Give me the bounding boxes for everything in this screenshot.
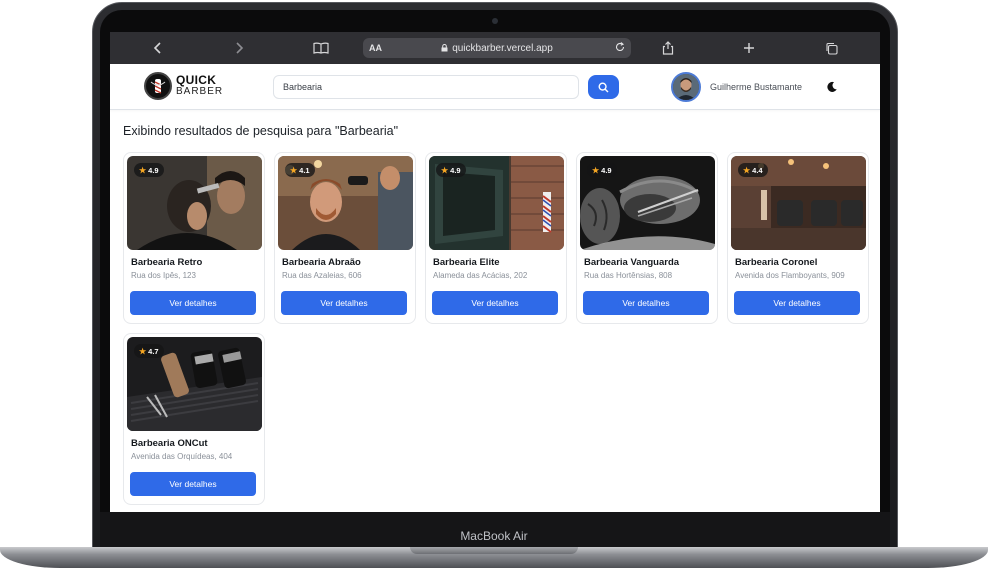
view-details-button[interactable]: Ver detalhes <box>432 291 558 315</box>
rating-badge: ★ 4.7 <box>134 344 164 358</box>
view-details-button[interactable]: Ver detalhes <box>281 291 407 315</box>
logo[interactable]: QUICK BARBER <box>144 72 223 100</box>
barbershop-photo[interactable]: ★ 4.1 <box>278 156 413 250</box>
rating-badge: ★ 4.4 <box>738 163 768 177</box>
rating-badge: ★ 4.9 <box>134 163 164 177</box>
camera-icon <box>492 18 498 24</box>
logo-line1: QUICK <box>176 73 217 87</box>
barbershop-address: Avenida das Orquídeas, 404 <box>131 452 233 461</box>
user-name: Guilherme Bustamante <box>710 82 803 92</box>
moon-icon[interactable] <box>826 80 840 94</box>
new-tab-icon[interactable] <box>741 38 757 58</box>
rating-badge: ★ 4.9 <box>436 163 466 177</box>
barbershop-address: Rua das Hortênsias, 808 <box>584 271 673 280</box>
barbershop-address: Rua dos Ipês, 123 <box>131 271 196 280</box>
forward-icon[interactable] <box>231 38 247 58</box>
app-header: QUICK BARBER Guilherme Bustamante <box>110 64 880 110</box>
tabs-overview-icon[interactable] <box>823 38 839 58</box>
barbershop-address: Avenida dos Flamboyants, 909 <box>735 271 845 280</box>
barbershop-name: Barbearia ONCut <box>131 438 208 449</box>
browser-toolbar: AA quickbarber.vercel.app <box>110 32 880 64</box>
barbershop-card: ★ 4.9 Barbearia Retro Rua dos Ipês, 123 … <box>123 152 265 324</box>
search-input[interactable] <box>273 75 579 99</box>
screen: AA quickbarber.vercel.app QUICK BARBER B… <box>110 32 880 512</box>
view-details-button[interactable]: Ver detalhes <box>734 291 860 315</box>
barbershop-name: Barbearia Abraão <box>282 257 361 268</box>
barber-pole-icon <box>144 72 172 100</box>
barbershop-address: Rua das Azaleias, 606 <box>282 271 362 280</box>
url-text: quickbarber.vercel.app <box>452 42 553 54</box>
barbershop-address: Alameda das Acácias, 202 <box>433 271 528 280</box>
rating-badge: ★ 4.9 <box>587 163 617 177</box>
barbershop-name: Barbearia Retro <box>131 257 203 268</box>
barbershop-photo[interactable]: ★ 4.9 <box>580 156 715 250</box>
barbershop-name: Barbearia Vanguarda <box>584 257 680 268</box>
barbershop-photo[interactable]: ★ 4.9 <box>429 156 564 250</box>
barbershop-photo[interactable]: ★ 4.7 <box>127 337 262 431</box>
laptop-notch <box>410 547 578 554</box>
view-details-button[interactable]: Ver detalhes <box>583 291 709 315</box>
star-icon: ★ <box>441 165 449 175</box>
barbershop-card: ★ 4.1 Barbearia Abraão Rua das Azaleias,… <box>274 152 416 324</box>
star-icon: ★ <box>139 346 147 356</box>
address-bar[interactable]: AA quickbarber.vercel.app <box>363 38 631 58</box>
view-details-button[interactable]: Ver detalhes <box>130 291 256 315</box>
barbershop-name: Barbearia Coronel <box>735 257 818 268</box>
logo-line2: BARBER <box>176 86 224 97</box>
star-icon: ★ <box>743 165 751 175</box>
back-icon[interactable] <box>150 38 166 58</box>
share-icon[interactable] <box>660 38 676 58</box>
reload-icon[interactable] <box>615 41 625 55</box>
barbershop-card: ★ 4.4 Barbearia Coronel Avenida dos Flam… <box>727 152 869 324</box>
star-icon: ★ <box>290 165 298 175</box>
avatar[interactable] <box>671 72 701 102</box>
rating-badge: ★ 4.1 <box>285 163 315 177</box>
star-icon: ★ <box>139 165 147 175</box>
barbershop-photo[interactable]: ★ 4.9 <box>127 156 262 250</box>
search-icon <box>598 81 609 92</box>
barbershop-card: ★ 4.7 Barbearia ONCut Avenida das Orquíd… <box>123 333 265 505</box>
barbershop-card: ★ 4.9 Barbearia Vanguarda Rua das Hortên… <box>576 152 718 324</box>
barbershop-name: Barbearia Elite <box>433 257 500 268</box>
bookmarks-icon[interactable] <box>312 38 330 58</box>
page-title: Exibindo resultados de pesquisa para "Ba… <box>123 124 399 138</box>
barbershop-photo[interactable]: ★ 4.4 <box>731 156 866 250</box>
device-label: MacBook Air <box>460 529 528 543</box>
view-details-button[interactable]: Ver detalhes <box>130 472 256 496</box>
barbershop-card: ★ 4.9 Barbearia Elite Alameda das Acácia… <box>425 152 567 324</box>
star-icon: ★ <box>592 165 600 175</box>
lock-icon <box>441 44 448 52</box>
search-button[interactable] <box>588 75 619 99</box>
